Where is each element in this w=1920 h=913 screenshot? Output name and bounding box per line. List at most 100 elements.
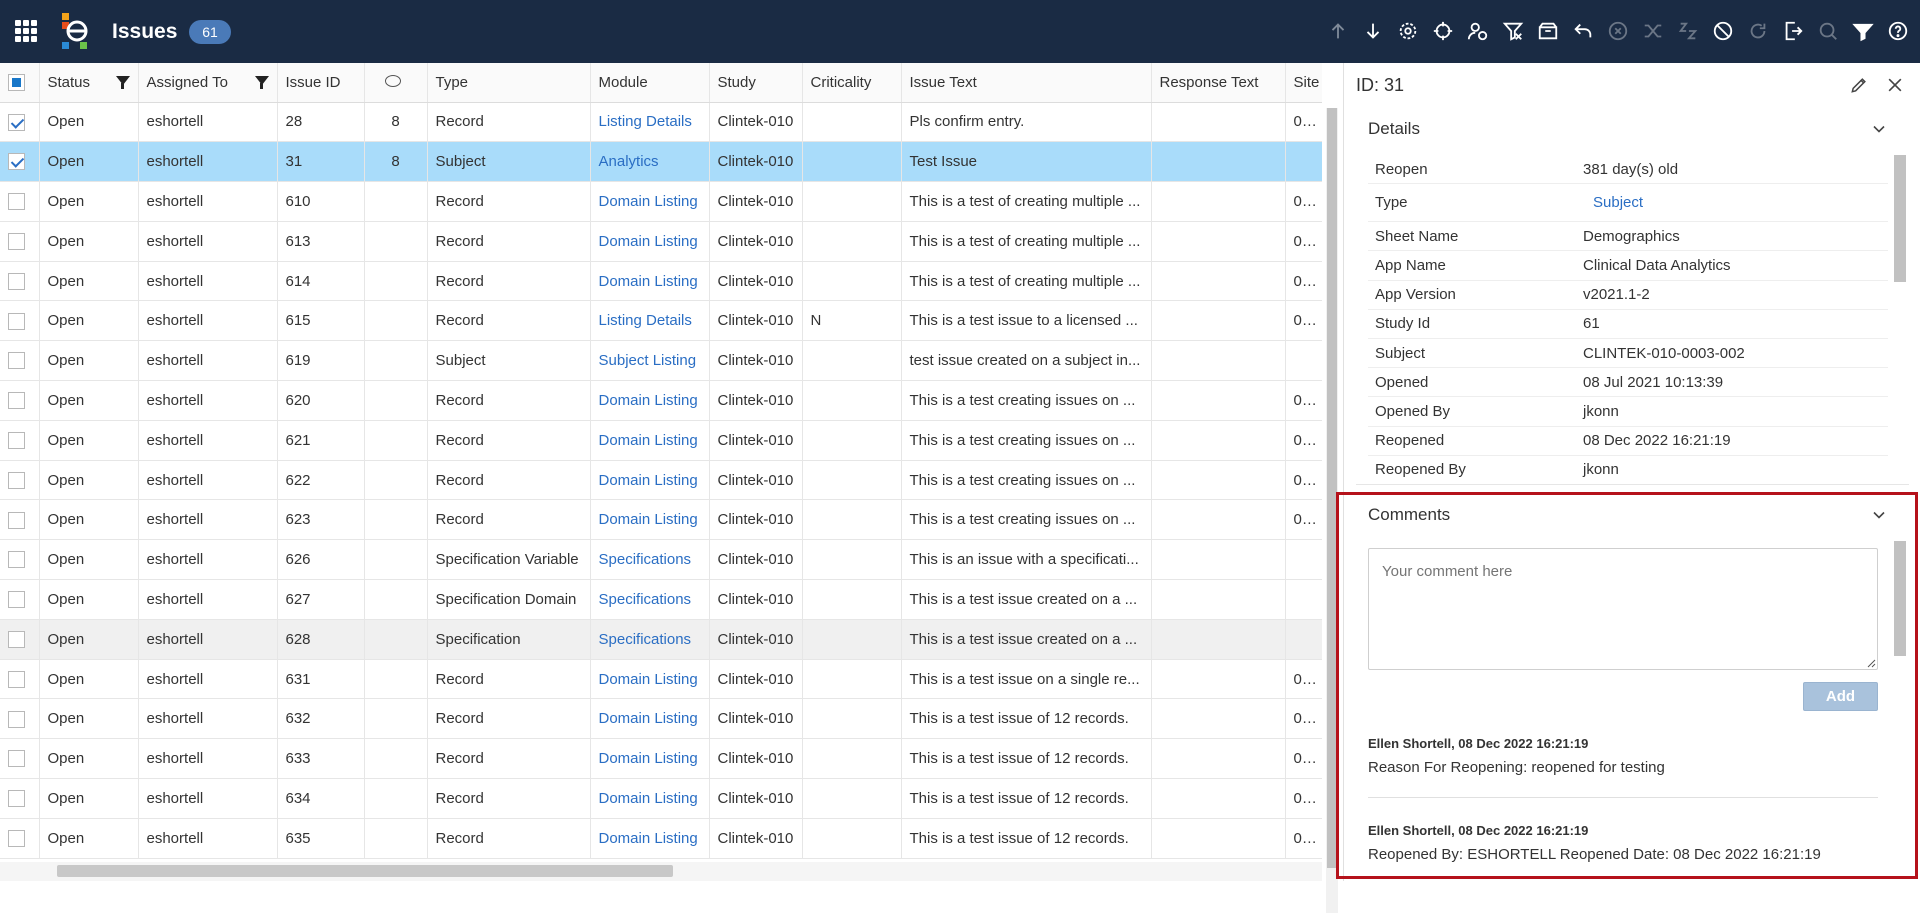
row-checkbox-cell[interactable] [0, 340, 40, 382]
module-link[interactable]: Specifications [590, 539, 710, 581]
module-link[interactable]: Domain Listing [590, 261, 710, 302]
assign-user-icon[interactable] [1464, 14, 1492, 48]
module-link[interactable]: Domain Listing [590, 181, 710, 222]
detail-field-link[interactable]: Subject [1583, 194, 1643, 211]
details-scrollbar-thumb[interactable] [1894, 155, 1906, 282]
row-checkbox[interactable] [8, 392, 25, 410]
row-checkbox[interactable] [8, 471, 25, 489]
table-row[interactable]: Open eshortell 614 Record Domain Listing Clin… [0, 261, 1322, 302]
table-row[interactable]: Open eshortell 634 Record Domain Listing Clin… [0, 778, 1322, 819]
column-header-status[interactable]: Status [39, 63, 139, 103]
row-checkbox-cell[interactable] [0, 778, 40, 819]
table-row[interactable]: Open eshortell 28 8 Record Listing Details Cli… [0, 102, 1322, 143]
table-row[interactable]: Open eshortell 623 Record Domain Listing Clin… [0, 499, 1322, 541]
module-link[interactable]: Domain Listing [590, 221, 710, 262]
table-row[interactable]: Open eshortell 627 Specification Domain Spec… [0, 579, 1322, 620]
row-checkbox-cell[interactable] [0, 420, 40, 461]
row-checkbox-cell[interactable] [0, 539, 40, 581]
filter-active-icon[interactable] [1849, 14, 1877, 48]
module-link[interactable]: Specifications [590, 619, 710, 660]
row-checkbox[interactable] [8, 113, 25, 131]
row-checkbox[interactable] [8, 790, 25, 808]
table-row[interactable]: Open eshortell 621 Record Domain Listing Clin… [0, 420, 1322, 461]
module-link[interactable]: Domain Listing [590, 420, 710, 461]
row-checkbox[interactable] [8, 233, 25, 251]
row-checkbox-cell[interactable] [0, 181, 40, 222]
module-link[interactable]: Listing Details [590, 300, 710, 342]
column-header-issue-text[interactable]: Issue Text [901, 63, 1152, 103]
undo-icon[interactable] [1569, 14, 1597, 48]
module-link[interactable]: Domain Listing [590, 499, 710, 541]
row-checkbox-cell[interactable] [0, 818, 40, 859]
row-checkbox[interactable] [8, 591, 25, 609]
table-row[interactable]: Open eshortell 632 Record Domain Listing Clin… [0, 698, 1322, 740]
column-header-site[interactable]: Site [1285, 63, 1322, 103]
grid-horizontal-scrollbar[interactable] [0, 862, 1322, 881]
module-link[interactable]: Domain Listing [590, 659, 710, 700]
table-row[interactable]: Open eshortell 610 Record Domain Listing Clin… [0, 181, 1322, 222]
details-section-title[interactable]: Details [1368, 119, 1420, 139]
move-up-icon[interactable] [1324, 14, 1352, 48]
block-icon[interactable] [1709, 14, 1737, 48]
row-checkbox-cell[interactable] [0, 221, 40, 262]
module-link[interactable]: Domain Listing [590, 460, 710, 501]
target-icon[interactable] [1429, 14, 1457, 48]
row-checkbox-cell[interactable] [0, 698, 40, 740]
module-link[interactable]: Domain Listing [590, 380, 710, 421]
scrollbar-thumb[interactable] [57, 865, 673, 877]
search-icon[interactable] [1814, 14, 1842, 48]
table-row[interactable]: Open eshortell 31 8 Subject Analytics Clintek-… [0, 141, 1322, 183]
row-checkbox[interactable] [8, 153, 25, 171]
row-checkbox[interactable] [8, 750, 25, 768]
row-checkbox[interactable] [8, 670, 25, 688]
filter-clear-icon[interactable] [1499, 14, 1527, 48]
row-checkbox[interactable] [8, 631, 25, 649]
redo-icon[interactable] [1744, 14, 1772, 48]
edit-icon[interactable] [1849, 75, 1869, 95]
select-all-header[interactable] [0, 63, 40, 103]
filter-icon[interactable] [115, 76, 130, 89]
table-row[interactable]: Open eshortell 628 Specification Specificati… [0, 619, 1322, 660]
export-icon[interactable] [1779, 14, 1807, 48]
row-checkbox-cell[interactable] [0, 300, 40, 342]
settings-icon[interactable] [1394, 14, 1422, 48]
row-checkbox[interactable] [8, 710, 25, 728]
module-link[interactable]: Domain Listing [590, 778, 710, 819]
row-checkbox-cell[interactable] [0, 579, 40, 620]
help-icon[interactable] [1884, 14, 1912, 48]
module-link[interactable]: Analytics [590, 141, 710, 183]
module-link[interactable]: Specifications [590, 579, 710, 620]
column-header-response-text[interactable]: Response Text [1151, 63, 1286, 103]
column-header-criticality[interactable]: Criticality [802, 63, 902, 103]
app-grid-icon[interactable] [15, 20, 37, 42]
sleep-icon[interactable] [1674, 14, 1702, 48]
open-box-icon[interactable] [1534, 14, 1562, 48]
row-checkbox-cell[interactable] [0, 141, 40, 183]
row-checkbox[interactable] [8, 511, 25, 529]
chevron-down-icon[interactable] [1872, 122, 1886, 136]
row-checkbox-cell[interactable] [0, 380, 40, 421]
row-checkbox[interactable] [8, 551, 25, 569]
column-header-module[interactable]: Module [590, 63, 710, 103]
row-checkbox[interactable] [8, 193, 25, 211]
table-row[interactable]: Open eshortell 620 Record Domain Listing Clin… [0, 380, 1322, 421]
table-row[interactable]: Open eshortell 622 Record Domain Listing Clin… [0, 460, 1322, 501]
table-row[interactable]: Open eshortell 615 Record Listing Details Cli… [0, 300, 1322, 342]
row-checkbox-cell[interactable] [0, 619, 40, 660]
row-checkbox-cell[interactable] [0, 738, 40, 780]
close-icon[interactable] [1885, 75, 1905, 95]
row-checkbox[interactable] [8, 830, 25, 847]
cancel-circle-icon[interactable] [1604, 14, 1632, 48]
move-down-icon[interactable] [1359, 14, 1387, 48]
module-link[interactable]: Domain Listing [590, 738, 710, 780]
module-link[interactable]: Subject Listing [590, 340, 710, 382]
row-checkbox[interactable] [8, 352, 25, 370]
row-checkbox-cell[interactable] [0, 261, 40, 302]
module-link[interactable]: Listing Details [590, 102, 710, 143]
module-link[interactable]: Domain Listing [590, 818, 710, 859]
row-checkbox-cell[interactable] [0, 659, 40, 700]
filter-icon[interactable] [254, 76, 269, 89]
column-header-issue-id[interactable]: Issue ID [277, 63, 365, 103]
table-row[interactable]: Open eshortell 613 Record Domain Listing Clin… [0, 221, 1322, 262]
select-all-checkbox[interactable] [8, 74, 25, 92]
